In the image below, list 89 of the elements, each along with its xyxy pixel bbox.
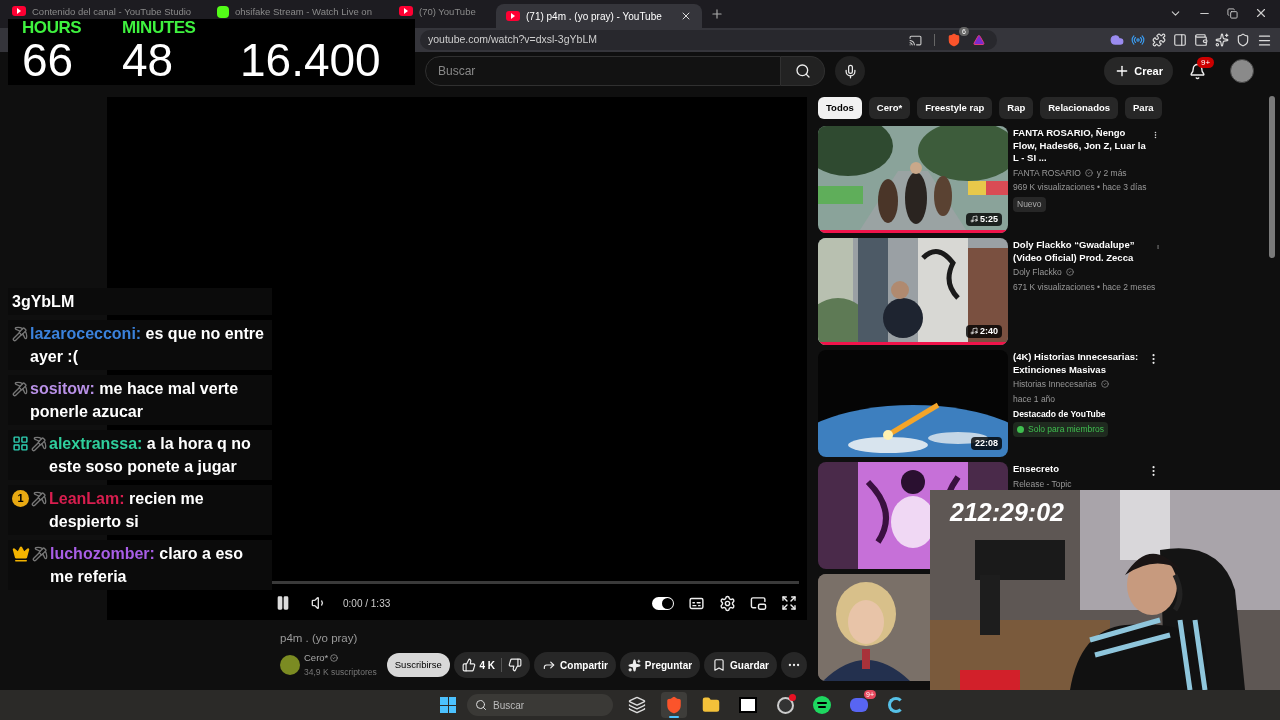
search-icon	[794, 63, 811, 79]
ask-button[interactable]: Preguntar	[619, 652, 701, 679]
shield-icon[interactable]	[947, 33, 961, 47]
play-icon	[399, 6, 413, 16]
browser-tab[interactable]: (71) p4m . (yo pray) - YouTube	[496, 4, 702, 28]
filter-chip[interactable]: Rap	[999, 97, 1034, 119]
cloud-icon[interactable]	[1110, 33, 1124, 47]
pickaxe-icon	[12, 325, 28, 342]
video-meta: 969 K visualizaciones • hace 3 días	[1013, 181, 1147, 194]
channel-avatar[interactable]	[280, 654, 300, 675]
sparkles-icon[interactable]	[1215, 33, 1229, 47]
tier-badge: 1	[12, 490, 29, 507]
subscriber-count: 34,9 K suscriptores	[304, 665, 377, 679]
browser-tab[interactable]: (70) YouTube	[395, 0, 492, 18]
pickaxe-icon	[31, 435, 47, 452]
notification-count: 9+	[1197, 56, 1215, 68]
recommendation-title[interactable]: FANTA ROSARIO, Ñengo Flow, Hades66, Jon Z, Luar la L - SI ...	[1013, 127, 1147, 165]
filter-chip[interactable]: Cero*	[868, 97, 911, 119]
search-button[interactable]	[781, 56, 825, 86]
filter-chip[interactable]: Todos	[818, 97, 862, 119]
grid-badge-icon	[12, 435, 29, 452]
filter-chip[interactable]: Freestyle rap	[917, 97, 993, 119]
browser-tab[interactable]: Contenido del canal - YouTube Studio	[8, 0, 213, 18]
new-badge: Nuevo	[1013, 197, 1046, 212]
new-tab-icon[interactable]	[709, 7, 724, 21]
app-icon[interactable]	[888, 697, 904, 713]
pickaxe-icon	[31, 490, 47, 507]
extensions-icon[interactable]	[1152, 33, 1166, 47]
app-icon[interactable]	[739, 697, 757, 713]
channel-name[interactable]: Historias Innecesarias	[1013, 378, 1097, 391]
discord-icon[interactable]	[850, 698, 868, 712]
like-button[interactable]: 4 K	[461, 657, 496, 673]
members-badge: Solo para miembros	[1013, 422, 1109, 437]
timer-value: 48	[122, 37, 175, 83]
time-display: 0:00 / 1:33	[343, 596, 391, 611]
autoplay-toggle[interactable]	[652, 596, 674, 610]
play-icon	[506, 11, 520, 21]
video-title: p4m . (yo pray)	[280, 631, 359, 646]
taskbar-search[interactable]: Buscar	[467, 694, 613, 716]
kick-icon	[217, 6, 229, 18]
wallet-icon[interactable]	[1194, 33, 1208, 47]
channel-name[interactable]: Cero*	[304, 651, 329, 666]
pause-icon[interactable]	[275, 595, 291, 611]
menu-icon[interactable]	[1257, 32, 1272, 48]
timer-value: 66	[22, 37, 75, 83]
create-button[interactable]: Crear	[1104, 57, 1173, 85]
play-icon	[12, 6, 26, 16]
triangle-icon[interactable]	[973, 34, 985, 46]
crown-icon	[12, 544, 30, 563]
dislike-button[interactable]	[508, 658, 523, 673]
save-button[interactable]: Guardar	[704, 652, 777, 679]
channel-name[interactable]: FANTA ROSARIO	[1013, 166, 1081, 180]
channel-name[interactable]: Release - Topic	[1013, 477, 1072, 491]
timer-label: MINUTES	[122, 19, 197, 37]
thumbs-up-icon	[461, 658, 476, 673]
search-field[interactable]: Buscar	[425, 56, 781, 86]
subscribe-button[interactable]: Suscribirse	[386, 652, 450, 677]
channel-name[interactable]: Doly Flackko	[1013, 266, 1062, 279]
chat-message: 3gYbLM	[12, 292, 75, 312]
restore-icon[interactable]	[1227, 7, 1238, 19]
filter-chip[interactable]: Relacionados	[1040, 97, 1119, 119]
search-icon	[475, 699, 487, 711]
filter-chip[interactable]: Para	[1125, 97, 1162, 119]
channel-extra: y 2 más	[1096, 166, 1127, 180]
featured-label: Destacado de YouTube	[1013, 407, 1107, 421]
recommendation-title[interactable]: (4K) Historias Innecesarias: Extinciones Masivas	[1013, 351, 1142, 376]
mic-button[interactable]	[835, 56, 865, 86]
bookmark-icon	[712, 658, 727, 673]
pickaxe-icon	[12, 380, 28, 397]
url-text: youtube.com/watch?v=dxsl-3gYbLM	[428, 32, 597, 48]
video-meta: hace 1 año	[1013, 392, 1057, 406]
recommendation-title[interactable]: Doly Flackko “Gwadalupe” (Video Oficial) Prod. Zecca	[1013, 239, 1151, 264]
share-button[interactable]: Compartir	[534, 652, 616, 679]
mic-icon	[842, 63, 858, 79]
start-icon[interactable]	[440, 697, 456, 713]
miniplayer-icon[interactable]	[750, 594, 767, 612]
timer-value: 16.400	[240, 37, 381, 83]
signal-icon[interactable]	[1131, 33, 1145, 47]
avatar[interactable]	[1230, 59, 1254, 83]
settings-icon[interactable]	[719, 594, 736, 612]
cast-icon[interactable]	[909, 33, 922, 47]
sidebar-icon[interactable]	[1173, 33, 1187, 47]
sparkle-icon	[627, 658, 641, 672]
browser-tab[interactable]: ohsifake Stream - Watch Live on	[213, 0, 395, 18]
pickaxe-icon	[32, 545, 48, 562]
close-icon[interactable]	[1254, 6, 1268, 20]
recommendation-title[interactable]: Ensecreto	[1013, 463, 1142, 476]
fullscreen-icon[interactable]	[781, 595, 797, 611]
timer-label: HOURS	[22, 19, 83, 37]
